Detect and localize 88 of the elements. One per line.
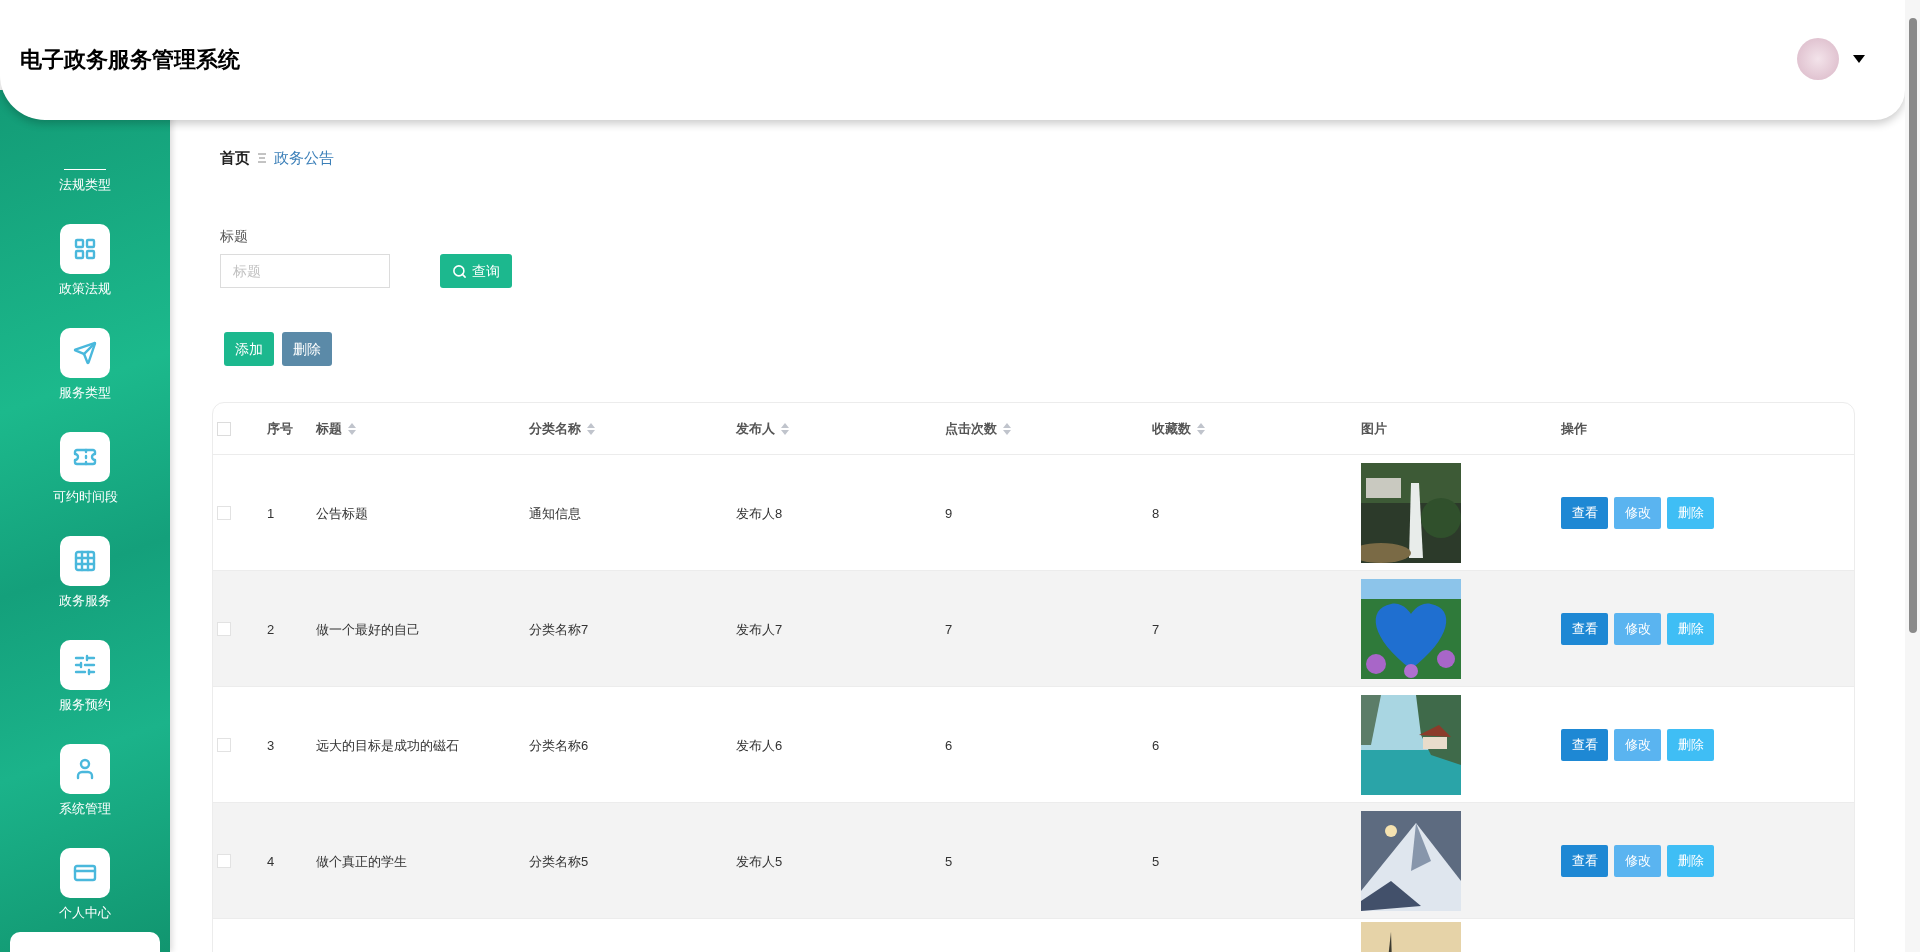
table-cell: 通知信息 xyxy=(529,505,581,521)
menu-item-icon-button[interactable] xyxy=(60,432,110,482)
grid-icon xyxy=(73,237,97,261)
table-cell: 做一个最好的自己 xyxy=(316,621,420,637)
row-action-button[interactable]: 查看 xyxy=(1561,728,1608,761)
column-header: 图片 xyxy=(1361,419,1387,438)
menu-item-icon-button[interactable] xyxy=(60,640,110,690)
table-cell: 2 xyxy=(267,621,275,637)
menu-item-icon-button[interactable] xyxy=(60,744,110,794)
caret-icon[interactable] xyxy=(1853,55,1865,63)
app-title: 电子政务服务管理系统 xyxy=(20,45,240,74)
table-cell: 8 xyxy=(1152,505,1160,521)
row-checkbox[interactable] xyxy=(217,621,231,636)
menu-item-icon-button[interactable] xyxy=(60,224,110,274)
table-cell: 远大的目标是成功的磁石 xyxy=(316,737,459,753)
action-button[interactable]: 添加 xyxy=(224,332,274,366)
separator-icon xyxy=(258,153,266,163)
breadcrumb-link[interactable]: 政务公告 xyxy=(274,146,334,170)
table-cell: 发布人6 xyxy=(736,737,783,753)
table-cell: 9 xyxy=(945,505,953,521)
action-button[interactable]: 删除 xyxy=(282,332,332,366)
table-cell: 3 xyxy=(267,737,275,753)
table-cell: 发布人8 xyxy=(736,505,783,521)
table-cell: 6 xyxy=(1152,737,1160,753)
table-cell: 5 xyxy=(945,853,953,869)
row-action-button[interactable]: 删除 xyxy=(1667,612,1714,645)
table-cell: 5 xyxy=(1152,853,1160,869)
menu-item-label[interactable]: 政务服务 xyxy=(59,592,111,610)
search-icon xyxy=(452,263,467,279)
row-checkbox[interactable] xyxy=(217,505,231,520)
scrollbar-thumb[interactable] xyxy=(1909,18,1917,633)
paper-plane-icon xyxy=(73,341,97,365)
row-action-button[interactable]: 删除 xyxy=(1667,496,1714,529)
column-header: 序号 xyxy=(267,419,293,438)
row-action-button[interactable]: 查看 xyxy=(1561,844,1608,877)
table-cell: 做个真正的学生 xyxy=(316,853,407,869)
column-header[interactable]: 收藏数 xyxy=(1152,418,1191,439)
table-cell: 发布人7 xyxy=(736,621,783,637)
menu-item-icon-button[interactable] xyxy=(60,328,110,378)
search-field[interactable]: 标题 xyxy=(220,254,390,288)
avatar[interactable] xyxy=(1797,38,1839,80)
sort-icon[interactable] xyxy=(1197,422,1205,435)
sort-icon[interactable] xyxy=(587,422,595,435)
table-cell: 7 xyxy=(1152,621,1160,637)
table-cell: 7 xyxy=(945,621,953,637)
column-header[interactable]: 发布人 xyxy=(736,418,775,439)
row-action-button[interactable]: 修改 xyxy=(1614,496,1661,529)
row-action-button[interactable]: 修改 xyxy=(1614,728,1661,761)
table-cell: 1 xyxy=(267,505,275,521)
column-header[interactable]: 标题 xyxy=(316,418,342,439)
menu-item-label[interactable]: 个人中心 xyxy=(59,904,111,922)
menu-item-label[interactable]: 服务类型 xyxy=(59,384,111,402)
menu-item-icon-button[interactable] xyxy=(60,848,110,898)
column-header[interactable]: 分类名称 xyxy=(529,418,581,439)
menu-item-label[interactable]: 法规类型 xyxy=(59,176,111,194)
menu-item-label[interactable]: 政策法规 xyxy=(59,280,111,298)
menu-item-label[interactable]: 服务预约 xyxy=(59,696,111,714)
search-label: 标题 xyxy=(220,227,249,246)
menu-item-divider xyxy=(64,169,106,170)
menu-item-label[interactable]: 系统管理 xyxy=(59,800,111,818)
row-action-button[interactable]: 修改 xyxy=(1614,612,1661,645)
column-header: 操作 xyxy=(1561,419,1587,438)
row-action-button[interactable]: 删除 xyxy=(1667,728,1714,761)
sliders-icon xyxy=(73,653,97,677)
search-button[interactable]: 查询 xyxy=(440,254,512,288)
menu-item-icon-button[interactable] xyxy=(60,536,110,586)
table-cell: 6 xyxy=(945,737,953,753)
grid-icon xyxy=(73,549,97,573)
scrollbar[interactable] xyxy=(1905,0,1920,952)
table-cell: 分类名称5 xyxy=(529,853,589,869)
row-checkbox[interactable] xyxy=(217,737,231,752)
column-header[interactable]: 点击次数 xyxy=(945,418,997,439)
menu-item-label[interactable]: 可约时间段 xyxy=(52,488,118,506)
row-action-button[interactable]: 查看 xyxy=(1561,496,1608,529)
sort-icon[interactable] xyxy=(781,422,789,435)
table-cell: 分类名称7 xyxy=(529,621,589,637)
row-action-button[interactable]: 修改 xyxy=(1614,844,1661,877)
sort-icon[interactable] xyxy=(348,422,356,435)
breadcrumb-link[interactable]: 首页 xyxy=(220,146,250,170)
table-cell: 发布人5 xyxy=(736,853,783,869)
table-cell: 公告标题 xyxy=(316,505,368,521)
row-action-button[interactable]: 查看 xyxy=(1561,612,1608,645)
row-action-button[interactable]: 删除 xyxy=(1667,844,1714,877)
table-cell: 分类名称6 xyxy=(529,737,589,753)
row-checkbox[interactable] xyxy=(217,853,231,868)
sort-icon[interactable] xyxy=(1003,422,1011,435)
select-all-checkbox[interactable] xyxy=(217,421,231,436)
table-cell: 4 xyxy=(267,853,275,869)
